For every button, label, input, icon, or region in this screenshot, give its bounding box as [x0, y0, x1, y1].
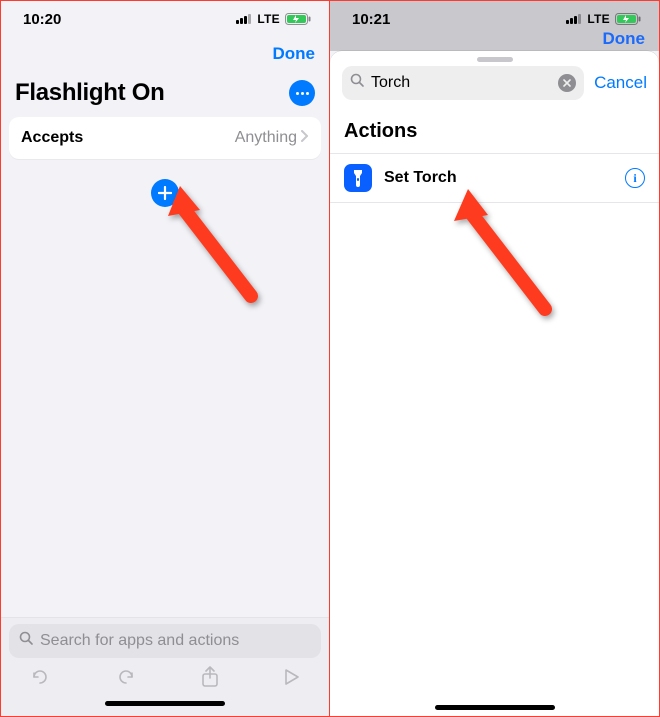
done-button[interactable]: Done: [273, 44, 316, 64]
home-indicator: [435, 705, 555, 710]
accepts-value: Anything: [235, 129, 309, 147]
cancel-button[interactable]: Cancel: [594, 73, 647, 93]
add-action-row: [1, 159, 329, 213]
search-input[interactable]: Search for apps and actions: [9, 624, 321, 658]
search-placeholder: Search for apps and actions: [40, 632, 239, 650]
home-indicator: [105, 701, 225, 706]
done-button-dimmed: Done: [603, 29, 646, 49]
battery-icon: [285, 13, 311, 25]
battery-icon: [615, 13, 641, 25]
search-icon: [350, 73, 365, 93]
phone-screen-right: 10:21 LTE Done: [330, 1, 659, 716]
dimmed-background: 10:21 LTE Done: [330, 1, 659, 51]
sheet-grabber[interactable]: [477, 57, 513, 62]
search-input[interactable]: Torch: [342, 66, 584, 100]
signal-icon: [566, 14, 582, 24]
signal-icon: [236, 14, 252, 24]
section-title: Actions: [330, 108, 659, 153]
action-row-set-torch[interactable]: Set Torch i: [330, 154, 659, 203]
title-row: Flashlight On: [1, 71, 329, 117]
action-search-sheet: Torch Cancel Actions Set Torch i: [330, 51, 659, 716]
search-query-text: Torch: [371, 74, 552, 92]
chevron-right-icon: [301, 129, 309, 147]
torch-icon: [344, 164, 372, 192]
status-time: 10:20: [23, 11, 61, 28]
info-button[interactable]: i: [625, 168, 645, 188]
more-button[interactable]: [289, 80, 315, 106]
status-right: LTE: [236, 12, 311, 26]
accepts-label: Accepts: [21, 129, 83, 147]
redo-button[interactable]: [115, 667, 137, 692]
status-time: 10:21: [352, 11, 390, 28]
clear-search-button[interactable]: [558, 74, 576, 92]
accepts-value-text: Anything: [235, 129, 297, 147]
bottom-bar: Search for apps and actions: [1, 617, 329, 716]
phone-screen-left: 10:20 LTE Done Flashlight On Accepts: [1, 1, 330, 716]
add-action-button[interactable]: [151, 179, 179, 207]
undo-button[interactable]: [29, 667, 51, 692]
nav-bar: Done: [1, 37, 329, 71]
share-button[interactable]: [201, 666, 219, 693]
toolbar: [9, 658, 321, 693]
network-label: LTE: [587, 12, 610, 26]
search-icon: [19, 631, 34, 651]
status-right: LTE: [566, 12, 641, 26]
run-button[interactable]: [283, 668, 301, 691]
status-bar: 10:20 LTE: [1, 1, 329, 37]
action-label: Set Torch: [384, 169, 613, 187]
search-row: Torch Cancel: [330, 66, 659, 108]
network-label: LTE: [257, 12, 280, 26]
accepts-card[interactable]: Accepts Anything: [9, 117, 321, 159]
page-title: Flashlight On: [15, 79, 164, 107]
